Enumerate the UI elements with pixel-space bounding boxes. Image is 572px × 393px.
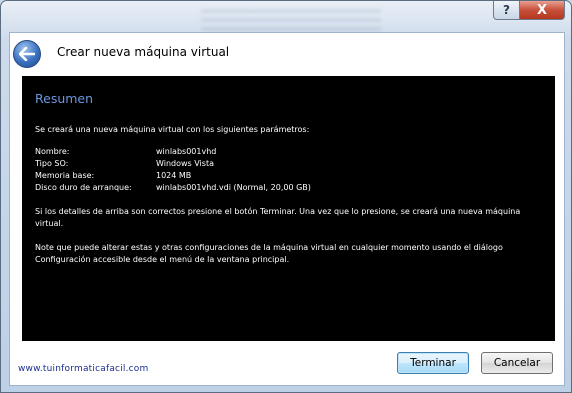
param-key: Disco duro de arranque:: [35, 183, 132, 192]
close-button[interactable]: X: [520, 1, 565, 20]
wizard-window: ? X Crear nueva máquina virtual Resumen …: [0, 0, 572, 393]
param-value: Windows Vista: [156, 159, 214, 168]
wizard-title: Crear nueva máquina virtual: [57, 45, 230, 59]
back-arrow-icon: [19, 47, 35, 61]
summary-intro: Se creará una nueva máquina virtual con …: [35, 125, 310, 134]
param-key: Tipo SO:: [35, 159, 69, 168]
watermark-text: www.tuinformaticafacil.com: [18, 364, 149, 374]
param-value: winlabs001vhd.vdi (Normal, 20,00 GB): [156, 183, 311, 192]
cancel-button[interactable]: Cancelar: [481, 352, 553, 374]
finish-button[interactable]: Terminar: [397, 352, 469, 374]
help-button[interactable]: ?: [493, 1, 520, 20]
param-value: 1024 MB: [156, 171, 192, 180]
caption-buttons: ? X: [493, 1, 565, 20]
summary-heading: Resumen: [35, 91, 94, 106]
summary-note-settings: Note que puede alterar estas y otras con…: [35, 243, 503, 264]
back-button[interactable]: [13, 40, 41, 68]
summary-note-confirm: Si los detalles de arriba son correctos …: [35, 207, 521, 228]
param-value: winlabs001vhd: [156, 147, 217, 156]
wizard-content: Crear nueva máquina virtual Resumen Se c…: [9, 32, 565, 386]
param-key: Nombre:: [35, 147, 70, 156]
param-key: Memoria base:: [35, 171, 95, 180]
summary-panel: Resumen Se creará una nueva máquina virt…: [22, 76, 555, 341]
